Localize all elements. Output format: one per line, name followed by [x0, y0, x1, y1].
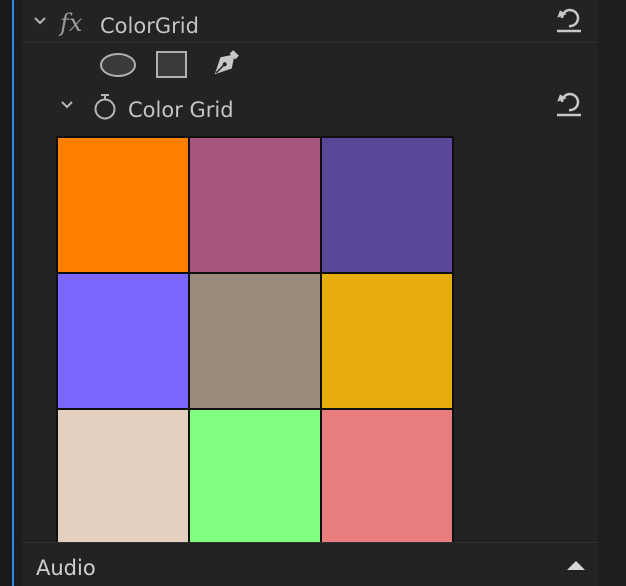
color-swatch[interactable] [58, 274, 188, 408]
fx-badge: fx [60, 9, 83, 37]
effect-controls-panel: fx ColorGrid Color Grid Audio [0, 0, 626, 586]
color-swatch[interactable] [322, 410, 452, 542]
property-name: Color Grid [128, 98, 234, 122]
stopwatch-icon[interactable] [92, 93, 118, 121]
audio-section-header[interactable]: Audio [22, 542, 598, 586]
expand-property-chevron-icon[interactable] [60, 100, 74, 110]
audio-label: Audio [36, 556, 96, 580]
color-grid [56, 136, 454, 542]
reset-property-icon[interactable] [554, 88, 584, 118]
reset-effect-icon[interactable] [554, 4, 584, 34]
color-swatch[interactable] [322, 274, 452, 408]
color-swatch[interactable] [190, 138, 320, 272]
collapse-triangle-icon[interactable] [566, 559, 586, 571]
scrollbar-gutter[interactable] [598, 0, 626, 586]
rectangle-mask-tool-icon[interactable] [155, 50, 189, 80]
color-swatch[interactable] [58, 410, 188, 542]
ellipse-mask-tool-icon[interactable] [98, 51, 138, 79]
color-swatch[interactable] [190, 274, 320, 408]
color-swatch[interactable] [322, 138, 452, 272]
pen-mask-tool-icon[interactable] [206, 48, 242, 82]
color-swatch[interactable] [190, 410, 320, 542]
playhead-line [12, 0, 14, 586]
effect-header-divider [22, 42, 598, 43]
expand-effect-chevron-icon[interactable] [33, 16, 47, 26]
color-swatch[interactable] [58, 138, 188, 272]
effect-name: ColorGrid [100, 14, 199, 38]
